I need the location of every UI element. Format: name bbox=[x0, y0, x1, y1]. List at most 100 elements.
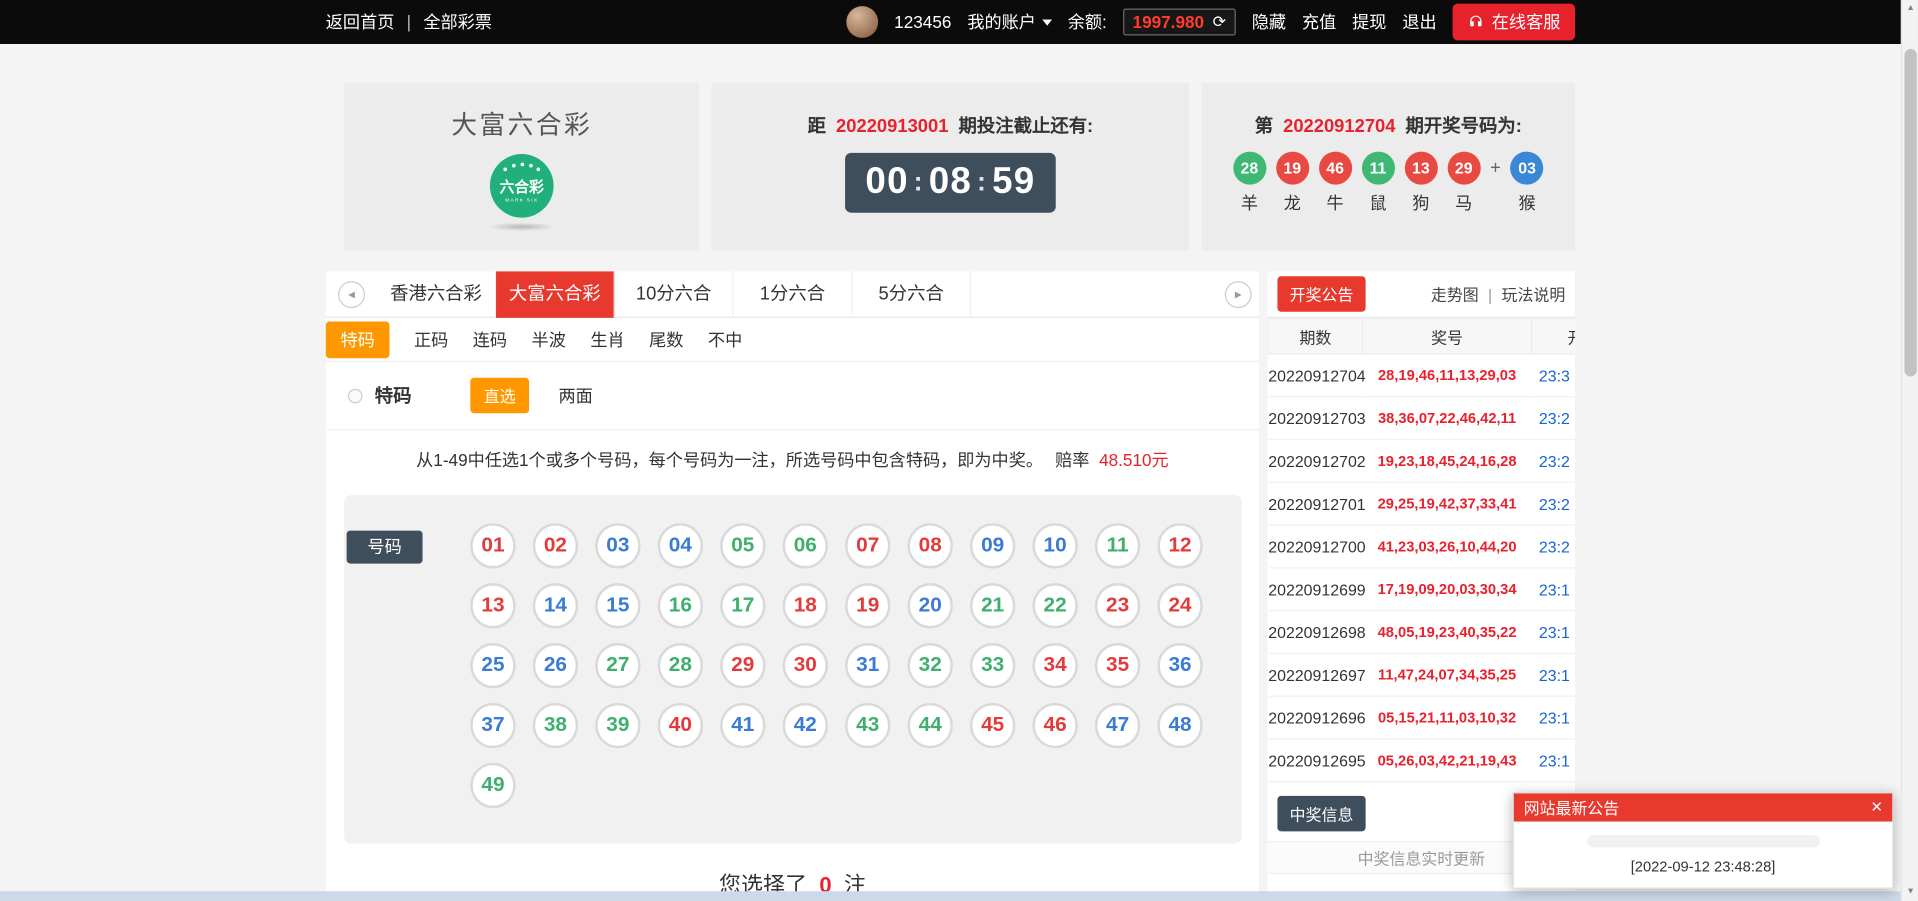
number-ball-39[interactable]: 39 bbox=[595, 703, 640, 748]
history-row-6: 2022091269848,05,19,23,40,35,2223:1 bbox=[1268, 611, 1575, 654]
history-time-5[interactable]: 23:1 bbox=[1532, 568, 1575, 611]
number-ball-02[interactable]: 02 bbox=[533, 523, 578, 568]
play-radio[interactable] bbox=[348, 388, 363, 403]
number-ball-21[interactable]: 21 bbox=[970, 583, 1015, 628]
countdown-seconds: 59 bbox=[992, 161, 1035, 201]
number-ball-47[interactable]: 47 bbox=[1095, 703, 1140, 748]
vertical-scrollbar[interactable]: ▲ ▼ bbox=[1901, 0, 1918, 901]
number-ball-22[interactable]: 22 bbox=[1032, 583, 1077, 628]
number-ball-09[interactable]: 09 bbox=[970, 523, 1015, 568]
number-ball-29[interactable]: 29 bbox=[720, 643, 765, 688]
scroll-down-icon[interactable]: ▼ bbox=[1902, 884, 1918, 901]
play-tab-3[interactable]: 半波 bbox=[532, 327, 566, 351]
number-ball-10[interactable]: 10 bbox=[1032, 523, 1077, 568]
lottery-tab-0[interactable]: 香港六合彩 bbox=[377, 271, 496, 317]
number-ball-07[interactable]: 07 bbox=[845, 523, 890, 568]
link-divider: | bbox=[1488, 286, 1492, 304]
number-ball-30[interactable]: 30 bbox=[783, 643, 828, 688]
number-ball-34[interactable]: 34 bbox=[1032, 643, 1077, 688]
number-ball-41[interactable]: 41 bbox=[720, 703, 765, 748]
number-ball-42[interactable]: 42 bbox=[783, 703, 828, 748]
home-link[interactable]: 返回首页 bbox=[326, 10, 395, 34]
number-ball-12[interactable]: 12 bbox=[1157, 523, 1202, 568]
number-ball-01[interactable]: 01 bbox=[470, 523, 515, 568]
number-ball-06[interactable]: 06 bbox=[783, 523, 828, 568]
number-ball-40[interactable]: 40 bbox=[658, 703, 703, 748]
number-ball-27[interactable]: 27 bbox=[595, 643, 640, 688]
logout-link[interactable]: 退出 bbox=[1402, 10, 1436, 34]
mode-option-0[interactable]: 直选 bbox=[470, 378, 529, 413]
draw-history-table: 期数 奖号 开奖 2022091270428,19,46,11,13,29,03… bbox=[1268, 318, 1575, 783]
history-time-3[interactable]: 23:2 bbox=[1532, 482, 1575, 525]
number-ball-08[interactable]: 08 bbox=[908, 523, 953, 568]
number-ball-20[interactable]: 20 bbox=[908, 583, 953, 628]
trend-chart-link[interactable]: 走势图 bbox=[1431, 286, 1479, 304]
number-ball-49[interactable]: 49 bbox=[470, 763, 515, 808]
win-info-badge[interactable]: 中奖信息 bbox=[1277, 796, 1365, 831]
scrollbar-thumb[interactable] bbox=[1905, 49, 1917, 377]
play-tab-0[interactable]: 特码 bbox=[326, 321, 390, 358]
number-ball-19[interactable]: 19 bbox=[845, 583, 890, 628]
number-ball-14[interactable]: 14 bbox=[533, 583, 578, 628]
lottery-tab-2[interactable]: 10分六合 bbox=[615, 271, 734, 317]
lottery-tab-3[interactable]: 1分六合 bbox=[734, 271, 853, 317]
history-time-9[interactable]: 23:1 bbox=[1532, 739, 1575, 782]
history-time-1[interactable]: 23:2 bbox=[1532, 397, 1575, 440]
lottery-tab-1[interactable]: 大富六合彩 bbox=[496, 271, 615, 317]
number-ball-17[interactable]: 17 bbox=[720, 583, 765, 628]
customer-service-button[interactable]: 在线客服 bbox=[1453, 4, 1575, 41]
number-ball-24[interactable]: 24 bbox=[1157, 583, 1202, 628]
number-ball-13[interactable]: 13 bbox=[470, 583, 515, 628]
number-ball-32[interactable]: 32 bbox=[908, 643, 953, 688]
play-tab-1[interactable]: 正码 bbox=[414, 327, 448, 351]
number-ball-38[interactable]: 38 bbox=[533, 703, 578, 748]
tabs-scroll-right-icon[interactable]: ▸ bbox=[1225, 281, 1252, 308]
number-ball-18[interactable]: 18 bbox=[783, 583, 828, 628]
number-ball-04[interactable]: 04 bbox=[658, 523, 703, 568]
lottery-tab-4[interactable]: 5分六合 bbox=[852, 271, 971, 317]
number-ball-45[interactable]: 45 bbox=[970, 703, 1015, 748]
withdraw-link[interactable]: 提现 bbox=[1352, 10, 1386, 34]
draw-announcement-button[interactable]: 开奖公告 bbox=[1277, 276, 1365, 311]
play-tab-4[interactable]: 生肖 bbox=[590, 327, 624, 351]
close-icon[interactable]: × bbox=[1871, 798, 1882, 818]
number-ball-43[interactable]: 43 bbox=[845, 703, 890, 748]
number-ball-48[interactable]: 48 bbox=[1157, 703, 1202, 748]
account-menu[interactable]: 我的账户 bbox=[967, 10, 1052, 34]
play-tab-2[interactable]: 连码 bbox=[473, 327, 507, 351]
number-ball-44[interactable]: 44 bbox=[908, 703, 953, 748]
history-issue-3: 20220912701 bbox=[1268, 482, 1362, 525]
number-ball-35[interactable]: 35 bbox=[1095, 643, 1140, 688]
history-time-4[interactable]: 23:2 bbox=[1532, 525, 1575, 568]
number-ball-05[interactable]: 05 bbox=[720, 523, 765, 568]
number-ball-33[interactable]: 33 bbox=[970, 643, 1015, 688]
history-time-7[interactable]: 23:1 bbox=[1532, 653, 1575, 696]
number-ball-46[interactable]: 46 bbox=[1032, 703, 1077, 748]
scroll-up-icon[interactable]: ▲ bbox=[1902, 0, 1918, 17]
number-ball-37[interactable]: 37 bbox=[470, 703, 515, 748]
hide-balance-button[interactable]: 隐藏 bbox=[1252, 10, 1286, 34]
number-ball-23[interactable]: 23 bbox=[1095, 583, 1140, 628]
number-ball-26[interactable]: 26 bbox=[533, 643, 578, 688]
number-ball-31[interactable]: 31 bbox=[845, 643, 890, 688]
number-ball-16[interactable]: 16 bbox=[658, 583, 703, 628]
play-tab-5[interactable]: 尾数 bbox=[649, 327, 683, 351]
number-ball-36[interactable]: 36 bbox=[1157, 643, 1202, 688]
history-time-0[interactable]: 23:3 bbox=[1532, 354, 1575, 397]
number-ball-11[interactable]: 11 bbox=[1095, 523, 1140, 568]
refresh-balance-icon[interactable]: ⟳ bbox=[1213, 12, 1226, 32]
recharge-link[interactable]: 充值 bbox=[1302, 10, 1336, 34]
tabs-scroll-left-icon[interactable]: ◂ bbox=[338, 281, 365, 308]
mode-option-1[interactable]: 两面 bbox=[559, 383, 593, 407]
user-avatar[interactable] bbox=[846, 6, 878, 38]
number-ball-25[interactable]: 25 bbox=[470, 643, 515, 688]
history-time-8[interactable]: 23:1 bbox=[1532, 696, 1575, 739]
all-lottery-link[interactable]: 全部彩票 bbox=[423, 10, 492, 34]
rules-link[interactable]: 玩法说明 bbox=[1502, 286, 1566, 304]
number-ball-03[interactable]: 03 bbox=[595, 523, 640, 568]
number-ball-15[interactable]: 15 bbox=[595, 583, 640, 628]
history-time-6[interactable]: 23:1 bbox=[1532, 611, 1575, 654]
history-time-2[interactable]: 23:2 bbox=[1532, 439, 1575, 482]
play-tab-6[interactable]: 不中 bbox=[708, 327, 742, 351]
number-ball-28[interactable]: 28 bbox=[658, 643, 703, 688]
